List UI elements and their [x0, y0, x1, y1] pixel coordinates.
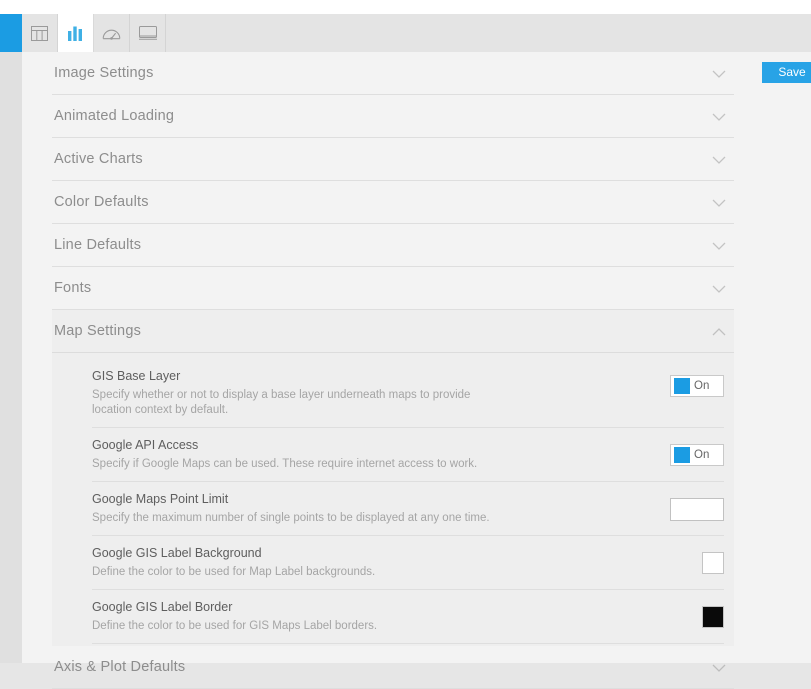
monitor-icon	[138, 26, 157, 40]
accordion-body: GIS Base Layer Specify whether or not to …	[52, 353, 734, 646]
tab-gauge[interactable]	[94, 14, 130, 52]
accordion-header-active-charts[interactable]: Active Charts	[52, 138, 734, 181]
accordion-header-image-settings[interactable]: Image Settings	[52, 52, 734, 95]
setting-control	[668, 546, 724, 574]
toggle-switch[interactable]: On	[670, 375, 724, 397]
accordion-section: Map Settings GIS Base Layer Specify whethe…	[52, 310, 734, 646]
accordion-section: Animated Loading	[52, 95, 734, 138]
accordion-header-color-defaults[interactable]: Color Defaults	[52, 181, 734, 224]
setting-row: Google GIS Label Border Define the color …	[92, 590, 724, 644]
setting-text: GIS Base Layer Specify whether or not to …	[92, 369, 668, 418]
setting-control	[668, 600, 724, 628]
setting-description: Define the color to be used for GIS Maps…	[92, 620, 378, 632]
setting-row: Google GIS Label Background Define the co…	[92, 536, 724, 590]
accordion-title: Animated Loading	[54, 108, 175, 124]
chevron-down-icon[interactable]	[712, 660, 726, 674]
accordion-title: Active Charts	[54, 151, 143, 167]
setting-text: Google API Access Specify if Google Maps …	[92, 438, 668, 472]
setting-description: Define the color to be used for Map Labe…	[92, 566, 376, 578]
setting-row: GIS Base Layer Specify whether or not to …	[92, 359, 724, 428]
setting-row: Google API Access Specify if Google Maps …	[92, 428, 724, 482]
toggle-knob	[674, 378, 690, 394]
setting-description: Specify if Google Maps can be used. Thes…	[92, 458, 478, 470]
setting-control: On	[668, 369, 724, 397]
accordion-title: Image Settings	[54, 65, 154, 81]
save-button[interactable]: Save	[762, 62, 811, 83]
accordion-title: Line Defaults	[54, 237, 142, 253]
tab-table[interactable]	[22, 14, 58, 52]
settings-page: Save Image Settings Animated Loading Activ…	[0, 52, 811, 689]
tab-bar-filler	[166, 14, 811, 52]
toggle-switch[interactable]: On	[670, 444, 724, 466]
chevron-up-icon[interactable]	[712, 324, 726, 338]
accordion-section: Active Charts	[52, 138, 734, 181]
chevron-down-icon[interactable]	[712, 109, 726, 123]
top-tab-bar	[0, 0, 811, 52]
accordion-section: Axis & Plot Defaults	[52, 646, 734, 689]
setting-label: Google GIS Label Border	[92, 600, 233, 614]
tab-display[interactable]	[130, 14, 166, 52]
chevron-down-icon[interactable]	[712, 195, 726, 209]
chevron-down-icon[interactable]	[712, 281, 726, 295]
setting-text: Google GIS Label Background Define the co…	[92, 546, 668, 580]
setting-control	[668, 492, 724, 521]
chevron-down-icon[interactable]	[712, 238, 726, 252]
setting-description: Specify whether or not to display a base…	[92, 389, 471, 416]
toggle-knob	[674, 447, 690, 463]
accordion-header-line-defaults[interactable]: Line Defaults	[52, 224, 734, 267]
chevron-down-icon[interactable]	[712, 152, 726, 166]
accordion-section: Line Defaults	[52, 224, 734, 267]
setting-control: On	[668, 438, 724, 466]
table-icon	[31, 25, 48, 41]
settings-content: Save Image Settings Animated Loading Activ…	[22, 52, 811, 689]
color-swatch[interactable]	[702, 606, 724, 628]
setting-label: GIS Base Layer	[92, 369, 181, 383]
settings-accordion: Image Settings Animated Loading Active Cha…	[52, 52, 734, 689]
brand-square	[0, 14, 22, 52]
color-swatch[interactable]	[702, 552, 724, 574]
point-limit-input[interactable]	[670, 498, 724, 521]
tab-bar-inner	[0, 14, 811, 52]
setting-row: Google Maps Point Limit Specify the maxim…	[92, 482, 724, 536]
left-gutter	[0, 52, 22, 663]
accordion-header-axis-plot-defaults[interactable]: Axis & Plot Defaults	[52, 646, 734, 689]
accordion-section: Image Settings	[52, 52, 734, 95]
setting-label: Google GIS Label Background	[92, 546, 262, 560]
accordion-section: Fonts	[52, 267, 734, 310]
accordion-title: Axis & Plot Defaults	[54, 659, 186, 675]
accordion-title: Fonts	[54, 280, 92, 296]
chevron-down-icon[interactable]	[712, 66, 726, 80]
setting-text: Google Maps Point Limit Specify the maxim…	[92, 492, 668, 526]
accordion-header-fonts[interactable]: Fonts	[52, 267, 734, 310]
accordion-header-animated-loading[interactable]: Animated Loading	[52, 95, 734, 138]
toggle-state-label: On	[694, 380, 710, 392]
setting-label: Google API Access	[92, 438, 199, 452]
setting-text: Google GIS Label Border Define the color …	[92, 600, 668, 634]
accordion-title: Map Settings	[54, 323, 142, 339]
accordion-section: Color Defaults	[52, 181, 734, 224]
accordion-header-map-settings[interactable]: Map Settings	[52, 310, 734, 353]
setting-label: Google Maps Point Limit	[92, 492, 229, 506]
bar-chart-icon	[67, 26, 84, 41]
setting-description: Specify the maximum number of single poi…	[92, 512, 490, 524]
tab-charts[interactable]	[58, 14, 94, 52]
gauge-icon	[102, 26, 121, 40]
toggle-state-label: On	[694, 449, 710, 461]
accordion-title: Color Defaults	[54, 194, 149, 210]
